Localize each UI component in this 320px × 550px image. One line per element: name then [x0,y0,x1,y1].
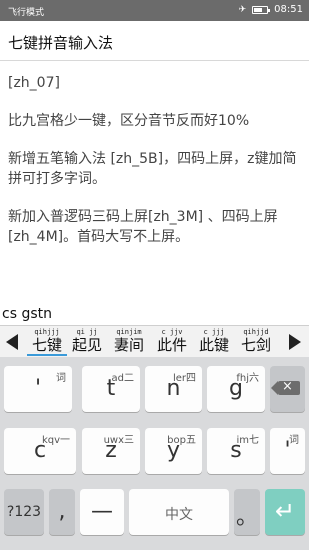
candidate-1[interactable]: qihjjj 七键 [27,328,67,356]
key-label: t [106,376,116,401]
key-apostrophe[interactable]: 词 ' [4,366,72,412]
symbols-key[interactable]: ?123 [4,489,44,535]
key-t[interactable]: ad二 t [82,366,140,412]
candidate-word: 七键 [27,336,67,356]
key-label: z [105,438,117,463]
candidate-word: 七剑 [240,336,271,354]
candidate-2[interactable]: qi jj 起见 [67,328,107,356]
candidate-word: 妻间 [113,336,144,354]
candidate-code: qi jj [76,328,98,336]
candidate-code: qinjim [116,328,142,336]
key-label: ' [284,438,291,463]
candidate-word: 此件 [156,336,187,354]
candidate-code: qihjjd [243,328,269,336]
key-label: y [166,438,181,463]
key-n[interactable]: ler四 n [145,366,202,412]
paragraph: [zh_07] [8,75,60,91]
enter-key[interactable]: ↵ [265,489,305,535]
key-label: 中文 [165,507,193,523]
airplane-icon: ✈ [238,4,247,15]
key-label: s [230,438,242,463]
backspace-icon: × [271,379,300,395]
keyboard: 词 ' ad二 t ler四 n fhj六 g × kqv一 c uwx三 z … [0,357,309,550]
candidate-code: c jjv [161,328,183,336]
description-text: [zh_07] 比九宫格少一键，区分音节反而好10% 新增五笔输入法 [zh_5… [8,73,303,265]
dash-key[interactable]: — [80,489,124,535]
key-label: g [229,376,243,401]
enter-icon: ↵ [274,497,296,525]
key-label: ?123 [6,504,42,520]
candidate-4[interactable]: c jjv 此件 [152,328,192,356]
period-key[interactable]: 。 [234,489,260,535]
candidate-6[interactable]: qihjjd 七剑 [236,328,276,356]
candidate-code: c jjj [203,328,225,336]
app-bar: 七键拼音输入法 [0,21,309,61]
candidate-3[interactable]: qinjim 妻间 [109,328,149,356]
key-z[interactable]: uwx三 z [82,428,140,474]
candidate-code: qihjjj [34,328,60,336]
key-s[interactable]: im七 s [207,428,265,474]
comma-key[interactable]: , [49,489,75,535]
paragraph: 比九宫格少一键，区分音节反而好10% [8,113,250,129]
paragraph: 新加入普逻码三码上屏[zh_3M] 、四码上屏 [zh_4M]。首码大写不上屏。 [8,209,278,245]
key-label: ' [34,376,42,401]
key-apostrophe-word[interactable]: 词 ' [270,428,305,474]
key-y[interactable]: bop五 y [145,428,202,474]
key-label: c [33,438,47,463]
key-label: — [91,499,113,524]
key-g[interactable]: fhj六 g [207,366,265,412]
candidate-bar: qihjjj 七键 qi jj 起见 qinjim 妻间 c jjv 此件 c … [0,325,309,357]
candidate-word: 此键 [198,336,229,354]
key-label: , [58,499,66,524]
clock: 08:51 [274,4,303,15]
next-candidates-button[interactable] [289,334,301,350]
paragraph: 新增五笔输入法 [zh_5B]，四码上屏，z键加简拼可打多字词。 [8,151,297,187]
key-label: 。 [235,505,258,530]
battery-icon [252,5,271,14]
key-label: n [166,376,181,401]
key-c[interactable]: kqv一 c [4,428,76,474]
app-title: 七键拼音输入法 [8,34,114,52]
backspace-key[interactable]: × [270,366,305,412]
space-key[interactable]: 中文 [129,489,229,535]
candidate-word: 起见 [71,336,102,354]
candidate-5[interactable]: c jjj 此键 [194,328,234,356]
status-icons: ✈ 08:51 [239,4,303,15]
status-bar: 飞行模式 ✈ 08:51 [0,0,309,21]
previous-candidates-button[interactable] [6,334,18,350]
composing-text: cs gstn [2,306,52,322]
airplane-mode-label: 飞行模式 [8,8,45,18]
